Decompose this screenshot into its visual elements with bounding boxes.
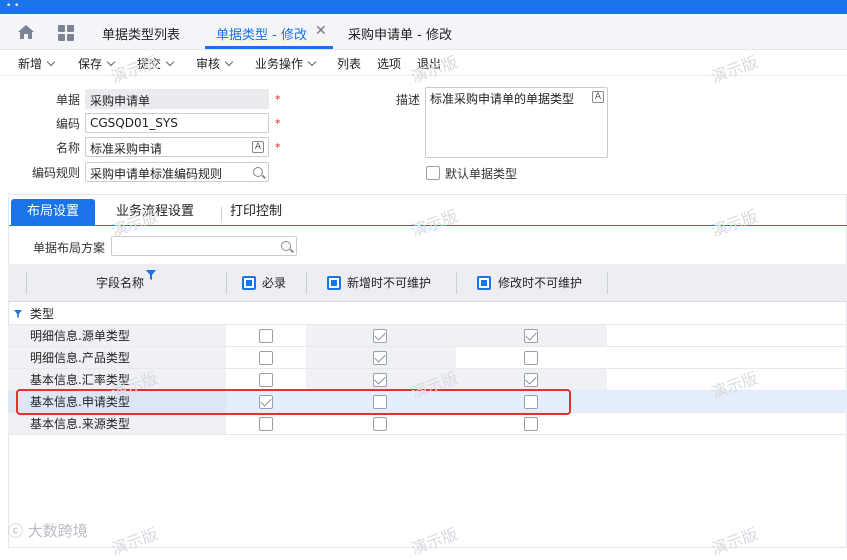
field-name-cell: 明细信息.产品类型 xyxy=(30,351,130,365)
name-field[interactable]: 标准采购申请 xyxy=(85,137,269,157)
toolbar-options-button[interactable]: 选项 xyxy=(377,55,401,72)
group-label: 类型 xyxy=(30,307,55,321)
required-mark: * xyxy=(275,141,281,154)
active-tab-indicator xyxy=(205,46,333,49)
table-row[interactable]: 明细信息.源单类型 xyxy=(8,325,847,347)
translate-icon[interactable]: A xyxy=(252,141,264,153)
tab-print-control[interactable]: 打印控制 xyxy=(214,199,298,225)
code-label: 编码 xyxy=(55,117,80,131)
column-header-no-edit-add: 新增时不可维护 xyxy=(347,276,432,290)
description-label: 描述 xyxy=(396,93,421,107)
tab-purchase-request-edit[interactable]: 采购申请单 - 修改 xyxy=(348,24,452,43)
no-edit-modify-header-checkbox[interactable] xyxy=(477,276,491,290)
top-bar: • • xyxy=(0,0,847,14)
group-row[interactable]: 类型 xyxy=(8,303,847,325)
field-name-cell: 基本信息.来源类型 xyxy=(30,417,130,431)
required-mark: * xyxy=(275,117,281,130)
toolbar-business-ops-button[interactable]: 业务操作 xyxy=(255,55,317,72)
table-row[interactable]: 明细信息.产品类型 xyxy=(8,347,847,369)
default-type-label: 默认单据类型 xyxy=(445,167,518,181)
no-edit-add-checkbox[interactable] xyxy=(373,373,387,387)
toolbar-audit-button[interactable]: 审核 xyxy=(196,55,234,72)
code-rule-label: 编码规则 xyxy=(31,166,80,180)
no-edit-add-checkbox[interactable] xyxy=(373,329,387,343)
layout-scheme-field[interactable] xyxy=(111,236,297,256)
logo-watermark: ⓒ 大数跨境 xyxy=(8,522,88,540)
app-grid-icon[interactable] xyxy=(58,25,74,41)
chevron-down-icon xyxy=(46,57,56,67)
search-icon[interactable] xyxy=(253,167,263,177)
tab-doc-type-edit[interactable]: 单据类型 - 修改 xyxy=(216,24,307,43)
default-type-checkbox[interactable] xyxy=(426,166,440,180)
no-edit-add-checkbox[interactable] xyxy=(373,417,387,431)
toolbar-new-button[interactable]: 新增 xyxy=(18,55,56,72)
tab-layout-settings[interactable]: 布局设置 xyxy=(11,199,96,225)
chevron-down-icon xyxy=(165,57,175,67)
name-label: 名称 xyxy=(55,141,80,155)
column-header-no-edit-modify: 修改时不可维护 xyxy=(498,276,583,290)
logo-icon: ⓒ xyxy=(8,522,28,540)
no-edit-modify-checkbox[interactable] xyxy=(524,351,538,365)
chevron-down-icon xyxy=(307,57,317,67)
code-rule-field[interactable]: 采购申请单标准编码规则 xyxy=(85,162,269,182)
document-label: 单据 xyxy=(55,93,80,107)
layout-scheme-label: 单据布局方案 xyxy=(33,241,106,255)
table-header: 字段名称 必录 新增时不可维护 修改时不可维护 xyxy=(8,264,847,302)
required-header-checkbox[interactable] xyxy=(242,276,256,290)
required-mark: * xyxy=(275,93,281,106)
filter-icon xyxy=(14,310,22,318)
table-row[interactable]: 基本信息.来源类型 xyxy=(8,413,847,435)
no-edit-add-header-checkbox[interactable] xyxy=(327,276,341,290)
filter-icon[interactable] xyxy=(146,270,156,280)
required-checkbox[interactable] xyxy=(259,329,273,343)
column-header-required: 必录 xyxy=(262,276,287,290)
code-field[interactable]: CGSQD01_SYS xyxy=(85,113,269,133)
tab-doc-type-list[interactable]: 单据类型列表 xyxy=(102,24,180,43)
topbar-dots: • • xyxy=(6,1,20,11)
highlight-box xyxy=(16,389,571,415)
no-edit-modify-checkbox[interactable] xyxy=(524,373,538,387)
toolbar-list-button[interactable]: 列表 xyxy=(337,55,361,72)
required-checkbox[interactable] xyxy=(259,351,273,365)
column-header-field-name[interactable]: 字段名称 xyxy=(96,264,144,302)
field-name-cell: 明细信息.源单类型 xyxy=(30,329,130,343)
description-field[interactable]: 标准采购申请单的单据类型 xyxy=(425,87,608,158)
home-icon[interactable] xyxy=(17,24,35,40)
required-checkbox[interactable] xyxy=(259,373,273,387)
tab-bar: 单据类型列表 单据类型 - 修改 ✕ 采购申请单 - 修改 xyxy=(0,14,847,50)
no-edit-add-checkbox[interactable] xyxy=(373,351,387,365)
no-edit-modify-checkbox[interactable] xyxy=(524,329,538,343)
no-edit-modify-checkbox[interactable] xyxy=(524,417,538,431)
chevron-down-icon xyxy=(224,57,234,67)
header-form: 单据 采购申请单 * 编码 CGSQD01_SYS * 名称 标准采购申请 A … xyxy=(0,76,847,192)
document-field: 采购申请单 xyxy=(85,89,269,109)
translate-icon[interactable]: A xyxy=(592,91,604,103)
close-icon[interactable]: ✕ xyxy=(315,23,327,39)
required-checkbox[interactable] xyxy=(259,417,273,431)
search-icon[interactable] xyxy=(281,241,291,251)
